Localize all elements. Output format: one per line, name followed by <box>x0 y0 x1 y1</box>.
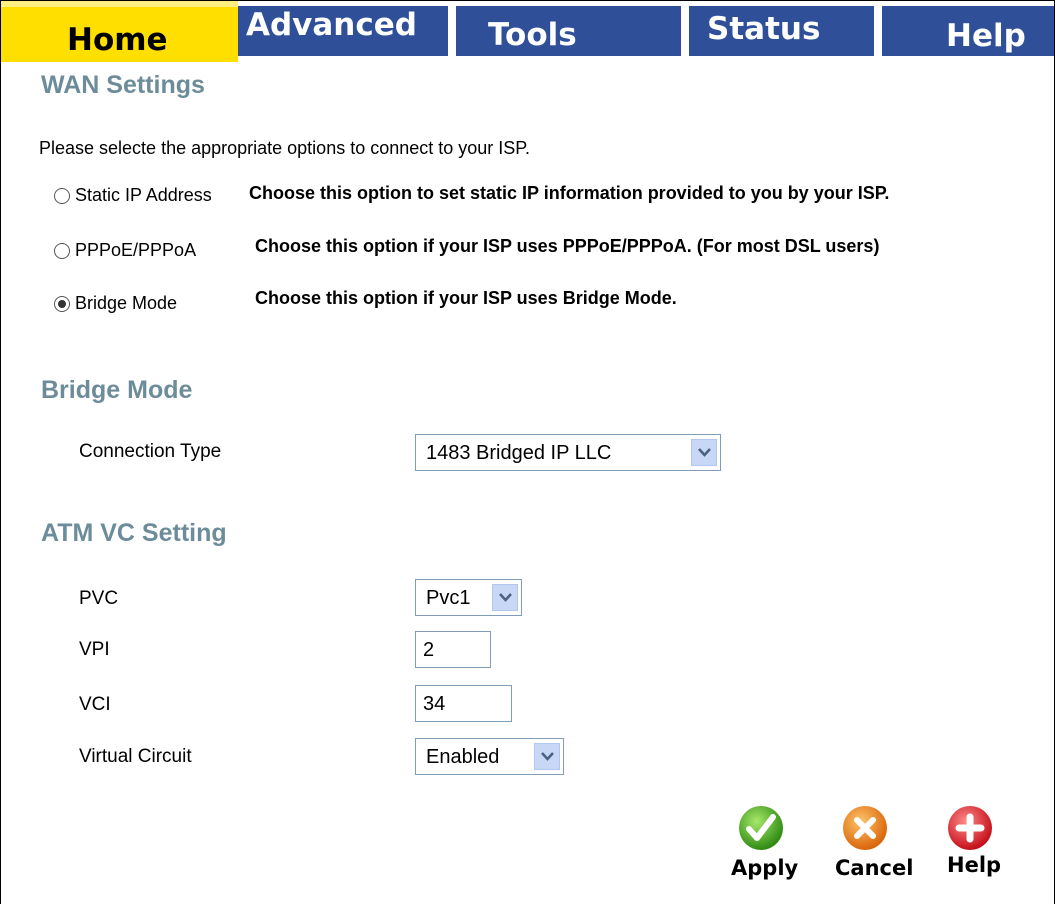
bridge-mode-radio[interactable] <box>54 296 70 312</box>
cancel-x-icon[interactable] <box>841 804 889 852</box>
tab-help-label: Help <box>946 18 1026 54</box>
atm-vc-setting-title: ATM VC Setting <box>41 519 227 547</box>
pppoe-description: Choose this option if your ISP uses PPPo… <box>255 236 880 256</box>
tab-home[interactable]: Home <box>1 1 238 62</box>
top-navigation: Home Advanced Tools Status Help <box>1 1 1054 62</box>
tab-status-label: Status <box>707 11 821 47</box>
tab-advanced[interactable]: Advanced <box>238 6 448 56</box>
static-ip-radio[interactable] <box>54 188 70 204</box>
pvc-select[interactable]: Pvc1 <box>415 579 522 616</box>
tab-advanced-label: Advanced <box>246 7 417 43</box>
vci-input[interactable]: 34 <box>415 685 512 722</box>
wan-intro-text: Please selecte the appropriate options t… <box>39 138 530 158</box>
help-plus-icon[interactable] <box>946 804 994 852</box>
bridge-mode-label: Bridge Mode <box>75 293 178 313</box>
bridge-mode-description: Choose this option if your ISP uses Brid… <box>255 288 677 308</box>
static-ip-description: Choose this option to set static IP info… <box>249 183 890 203</box>
cancel-button[interactable]: Cancel <box>835 856 913 880</box>
wan-settings-title: WAN Settings <box>41 71 205 99</box>
apply-checkmark-icon[interactable] <box>737 804 785 852</box>
chevron-down-icon <box>492 584 518 611</box>
connection-type-select[interactable]: 1483 Bridged IP LLC <box>415 434 721 471</box>
pppoe-label: PPPoE/PPPoA <box>75 240 197 260</box>
bridge-mode-title: Bridge Mode <box>41 376 193 404</box>
static-ip-label: Static IP Address <box>75 185 212 205</box>
virtual-circuit-select[interactable]: Enabled <box>415 738 564 775</box>
page-frame: Home Advanced Tools Status Help WAN Sett… <box>0 0 1055 904</box>
apply-button[interactable]: Apply <box>731 856 798 880</box>
chevron-down-icon <box>691 439 717 466</box>
vci-label: VCI <box>79 694 111 715</box>
chevron-down-icon <box>534 743 560 770</box>
tab-status[interactable]: Status <box>689 6 874 56</box>
virtual-circuit-label: Virtual Circuit <box>79 746 192 767</box>
vpi-label: VPI <box>79 639 110 660</box>
vpi-input[interactable]: 2 <box>415 631 491 668</box>
tab-tools[interactable]: Tools <box>456 6 681 56</box>
tab-tools-label: Tools <box>488 17 577 53</box>
pvc-label: PVC <box>79 588 119 609</box>
connection-type-label: Connection Type <box>79 441 222 462</box>
tab-help[interactable]: Help <box>882 6 1054 56</box>
vpi-value: 2 <box>423 639 435 661</box>
vci-value: 34 <box>423 693 446 715</box>
tab-home-label: Home <box>67 22 168 58</box>
virtual-circuit-value: Enabled <box>426 746 500 768</box>
help-button[interactable]: Help <box>947 853 1001 877</box>
connection-type-value: 1483 Bridged IP LLC <box>426 442 612 464</box>
pvc-value: Pvc1 <box>426 587 471 609</box>
pppoe-radio[interactable] <box>54 243 70 259</box>
